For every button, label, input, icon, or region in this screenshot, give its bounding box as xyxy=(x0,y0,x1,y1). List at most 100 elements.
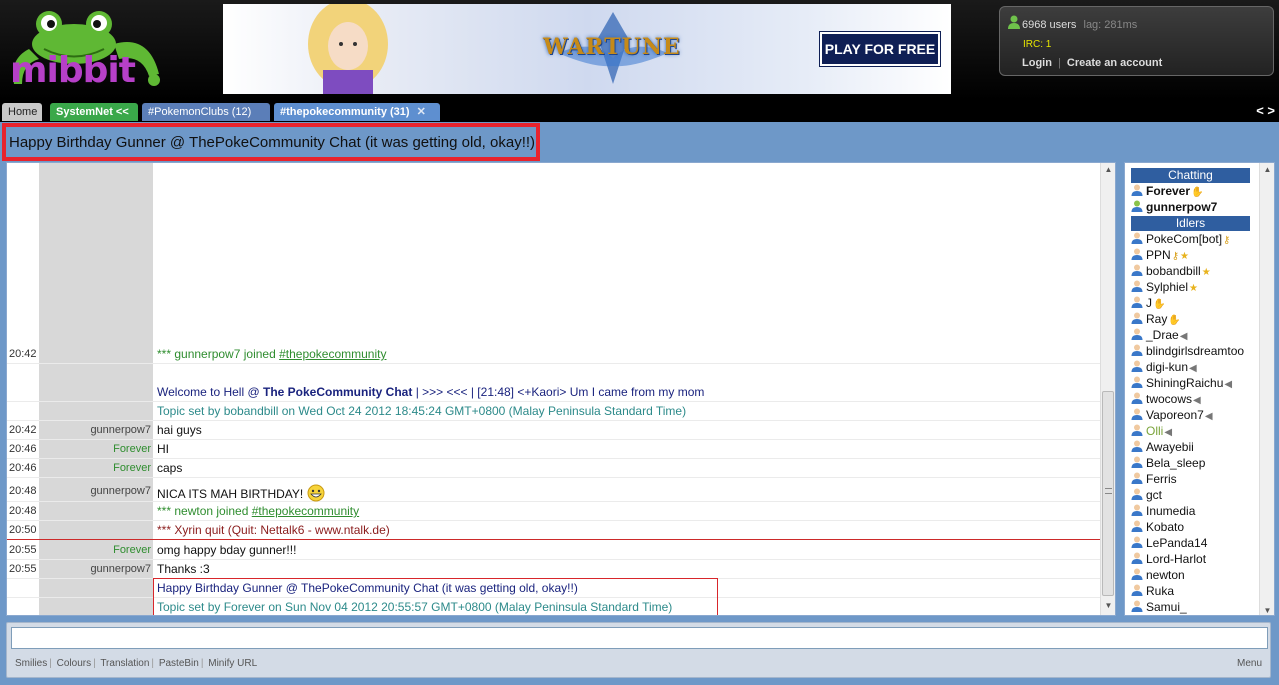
user-icon xyxy=(1131,472,1146,486)
key-icon: ⚷ xyxy=(1171,251,1180,262)
nick-name: Olli xyxy=(1146,424,1164,438)
nick-list-item[interactable]: J✋ xyxy=(1131,296,1251,312)
nick-list-item[interactable]: Olli◀ xyxy=(1131,424,1251,440)
scroll-down-icon[interactable]: ▼ xyxy=(1101,601,1115,615)
create-account-link[interactable]: Create an account xyxy=(1067,57,1162,69)
voice-hand-icon: ✋ xyxy=(1191,187,1204,198)
nick-list-item[interactable]: Vaporeon7◀ xyxy=(1131,408,1251,424)
chat-line: 20:55 Forever omg happy bday gunner!!! xyxy=(7,541,1101,560)
nick-list-item[interactable]: LePanda14 xyxy=(1131,536,1251,552)
nick-name: Ruka xyxy=(1146,584,1175,598)
nick[interactable]: Forever xyxy=(39,544,151,556)
smilies-link[interactable]: Smilies xyxy=(15,658,47,669)
nicklist-heading-idlers: Idlers xyxy=(1131,216,1250,231)
message-text: Thanks :3 xyxy=(157,562,210,576)
users-icon xyxy=(1008,15,1020,29)
nick-name: Forever xyxy=(1146,184,1191,198)
nick-list-item[interactable]: blindgirlsdreamtoo xyxy=(1131,344,1251,360)
minify-url-link[interactable]: Minify URL xyxy=(208,658,257,669)
chat-scrollbar[interactable]: ▲ ▼ xyxy=(1100,163,1115,615)
message-text: *** Xyrin quit (Quit: Nettalk6 - www.nta… xyxy=(157,523,390,537)
nick[interactable]: gunnerpow7 xyxy=(39,563,151,575)
message-body: HI xyxy=(157,442,169,456)
message-body: NICA ITS MAH BIRTHDAY! xyxy=(157,487,304,501)
lag-readout: lag: 281ms xyxy=(1083,19,1138,31)
nick-name: digi-kun xyxy=(1146,360,1189,374)
nick-name: Ray xyxy=(1146,312,1168,326)
translation-link[interactable]: Translation xyxy=(100,658,149,669)
nick-list-item[interactable]: ShiningRaichu◀ xyxy=(1131,376,1251,392)
nick-list-item[interactable]: newton xyxy=(1131,568,1251,584)
nick-list-item[interactable]: Samui_ xyxy=(1131,600,1251,615)
nick-list-item[interactable]: Kobato xyxy=(1131,520,1251,536)
tab-thepokecommunity[interactable]: #thepokecommunity (31) ✕ xyxy=(274,103,440,121)
nick-name: Inumedia xyxy=(1146,504,1196,518)
tab-home[interactable]: Home xyxy=(2,103,42,121)
user-icon xyxy=(1131,184,1146,198)
nick-name: newton xyxy=(1146,568,1185,582)
user-icon xyxy=(1131,536,1146,550)
nick-list-item[interactable]: Bela_sleep xyxy=(1131,456,1251,472)
channel-link[interactable]: #thepokecommunity xyxy=(252,504,359,518)
nick[interactable]: gunnerpow7 xyxy=(39,485,151,497)
colours-link[interactable]: Colours xyxy=(57,658,91,669)
user-icon xyxy=(1131,424,1146,438)
nick-list-item[interactable]: _Drae◀ xyxy=(1131,328,1251,344)
chat-window[interactable]: 20:42 *** gunnerpow7 joined #thepokecommu… xyxy=(6,162,1116,616)
timestamp: 20:46 xyxy=(9,461,37,474)
nick-name: Vaporeon7 xyxy=(1146,408,1204,422)
nick[interactable]: gunnerpow7 xyxy=(39,424,151,436)
chat-line: 20:48 *** newton joined #thepokecommunity xyxy=(7,502,1101,521)
user-icon xyxy=(1131,408,1146,422)
ad-play-button[interactable]: PLAY FOR FREE xyxy=(819,31,941,67)
login-link[interactable]: Login xyxy=(1022,57,1052,69)
nick-list-item[interactable]: Sylphiel★ xyxy=(1131,280,1251,296)
tab-pokemonclubs[interactable]: #PokemonClubs (12) xyxy=(142,103,270,121)
nick-list-item[interactable]: twocows◀ xyxy=(1131,392,1251,408)
nick-list-item[interactable]: Forever✋ xyxy=(1131,184,1251,200)
nick-list-item[interactable]: PokeCom[bot]⚷ xyxy=(1131,232,1251,248)
nick-list-item[interactable]: digi-kun◀ xyxy=(1131,360,1251,376)
nick-list-item[interactable]: Ray✋ xyxy=(1131,312,1251,328)
pastebin-link[interactable]: PasteBin xyxy=(159,658,199,669)
user-icon xyxy=(1131,488,1146,502)
mibbit-logo[interactable]: mibbit xyxy=(4,4,174,94)
nick-list-item[interactable]: Inumedia xyxy=(1131,504,1251,520)
channel-link[interactable]: #thepokecommunity xyxy=(279,347,386,361)
channel-topic: Happy Birthday Gunner @ ThePokeCommunity… xyxy=(9,134,536,151)
nick-list-item[interactable]: PPN⚷★ xyxy=(1131,248,1251,264)
scroll-down-icon[interactable]: ▼ xyxy=(1260,606,1274,615)
message-body: caps xyxy=(157,461,183,475)
nick-name: Ferris xyxy=(1146,472,1177,486)
voice-hand-icon: ✋ xyxy=(1153,299,1166,310)
nicklist-scrollbar[interactable]: ▲ ▼ xyxy=(1259,163,1274,615)
header: mibbit WARTUNE PLAY FOR FREE 6968 users … xyxy=(0,0,1279,100)
message-input[interactable] xyxy=(11,627,1268,649)
ad-banner[interactable]: WARTUNE PLAY FOR FREE xyxy=(223,4,951,94)
nick-name: PPN xyxy=(1146,248,1171,262)
nicklist-heading-chatting: Chatting xyxy=(1131,168,1250,183)
scroll-thumb[interactable] xyxy=(1102,391,1114,596)
scroll-up-icon[interactable]: ▲ xyxy=(1260,165,1274,174)
nick-list-item[interactable]: bobandbill★ xyxy=(1131,264,1251,280)
nick-list-item[interactable]: Awayebii xyxy=(1131,440,1251,456)
scroll-up-icon[interactable]: ▲ xyxy=(1101,165,1115,179)
nick-list-item[interactable]: gunnerpow7 xyxy=(1131,200,1251,216)
menu-link[interactable]: Menu xyxy=(1237,658,1262,669)
message-prefix: *** newton joined xyxy=(157,504,252,518)
nick[interactable]: Forever xyxy=(39,462,151,474)
close-icon[interactable]: ✕ xyxy=(417,103,426,121)
ad-character-image xyxy=(308,4,388,94)
nick-list-item[interactable]: gct xyxy=(1131,488,1251,504)
tab-scroll-arrows[interactable]: < > xyxy=(1256,103,1275,118)
timestamp: 20:55 xyxy=(9,562,37,575)
nick-list-item[interactable]: Ruka xyxy=(1131,584,1251,600)
tab-systemnet[interactable]: SystemNet << xyxy=(50,103,138,121)
nick-list[interactable]: Chatting Idlers Forever✋ gunnerpow7 PokeCo… xyxy=(1124,162,1275,616)
nick[interactable]: Forever xyxy=(39,443,151,455)
nick-list-item[interactable]: Lord-Harlot xyxy=(1131,552,1251,568)
star-icon: ★ xyxy=(1180,251,1189,262)
nick-name: gunnerpow7 xyxy=(1146,200,1218,214)
nick-list-item[interactable]: Ferris xyxy=(1131,472,1251,488)
topic-change-highlight-box xyxy=(153,578,718,615)
